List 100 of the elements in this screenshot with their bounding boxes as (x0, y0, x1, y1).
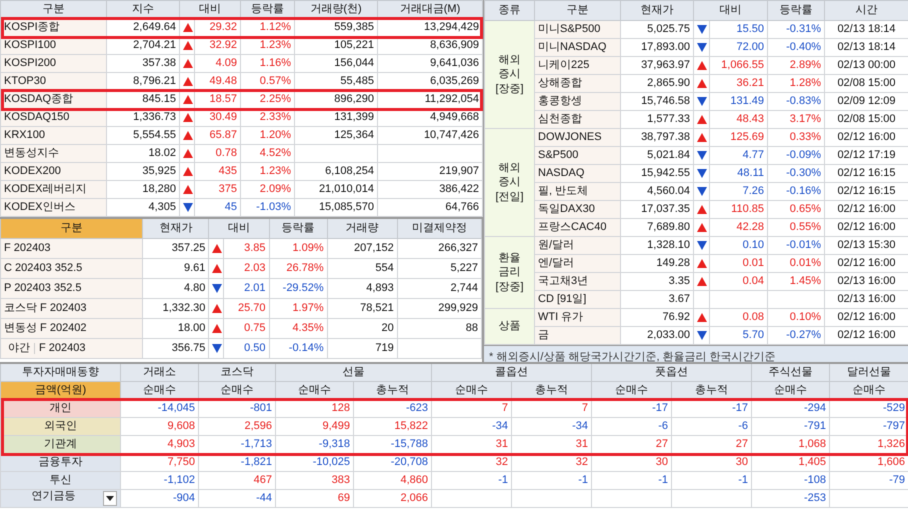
price-value: 356.75 (142, 338, 209, 358)
net-value: -44 (198, 490, 276, 508)
change-value: 0.01 (710, 254, 768, 272)
open-interest-value: 299,929 (397, 298, 482, 318)
net-value: -9,318 (276, 436, 354, 454)
change-rate: 0.33% (768, 128, 824, 146)
change-rate: 0.65% (768, 200, 824, 218)
investor-name: 투신 (50, 474, 72, 486)
change-rate: -0.40% (768, 38, 824, 56)
change-rate: 0.10% (768, 308, 824, 326)
change-rate: 1.97% (269, 298, 328, 318)
time-value: 02/12 16:00 (824, 326, 908, 344)
market-name: 미니NASDAQ (534, 38, 620, 56)
column-header: 등락률 (269, 218, 328, 238)
price-value: 4.80 (142, 278, 209, 298)
net-value: 9,608 (120, 418, 198, 436)
market-name: 금 (534, 326, 620, 344)
volume-value: 125,364 (294, 126, 378, 144)
index-value: 357.38 (106, 54, 180, 72)
market-name: S&P500 (534, 146, 620, 164)
time-value: 02/12 16:00 (824, 128, 908, 146)
investor-name: 기관계 (44, 438, 77, 450)
net-value: -791 (752, 418, 830, 436)
price-value: 357.25 (142, 238, 209, 258)
net-value: 1,326 (830, 436, 908, 454)
change-rate: -1.03% (240, 198, 294, 216)
market-name: 독일DAX30 (534, 200, 620, 218)
net-value: -34 (512, 418, 592, 436)
change-value: 3.85 (224, 238, 270, 258)
volume-value: 6,108,254 (294, 162, 378, 180)
index-value: 5,554.55 (106, 126, 180, 144)
net-value: -1 (432, 472, 512, 490)
time-value: 02/13 18:14 (824, 20, 908, 38)
change-value: 4.09 (194, 54, 240, 72)
change-value: 0.78 (194, 144, 240, 162)
index-value: 4,305 (106, 198, 180, 216)
net-value: -1 (672, 472, 752, 490)
time-value: 02/13 16:00 (824, 272, 908, 290)
change-value: 48.43 (710, 110, 768, 128)
change-rate: 0.55% (768, 218, 824, 236)
volume-value: 78,521 (327, 298, 398, 318)
time-value: 02/13 18:14 (824, 38, 908, 56)
price-value: 17,037.35 (620, 200, 694, 218)
column-header: 달러선물 (830, 363, 908, 382)
open-interest-value: 88 (397, 318, 482, 338)
change-rate: -0.83% (768, 92, 824, 110)
contract-name: 코스닥 F 202403 (0, 298, 143, 318)
market-name: 상해종합 (534, 74, 620, 92)
change-value: 4.77 (710, 146, 768, 164)
price-value: 3.35 (620, 272, 694, 290)
change-value: 45 (194, 198, 240, 216)
time-value: 02/13 15:30 (824, 236, 908, 254)
contract-name: F 202403 (0, 238, 143, 258)
change-rate: -29.52% (269, 278, 328, 298)
market-name: 니케이225 (534, 56, 620, 74)
investor-name: 개인 (50, 402, 72, 414)
time-value: 02/13 16:00 (824, 290, 908, 308)
index-name: KODEX레버리지 (0, 180, 106, 198)
index-value: 35,925 (106, 162, 180, 180)
amount-value: 219,907 (378, 162, 482, 180)
net-value: -253 (752, 490, 830, 508)
price-value: 4,560.04 (620, 182, 694, 200)
open-interest-value: 5,227 (397, 258, 482, 278)
contract-name: C 202403 352.5 (0, 258, 143, 278)
volume-value: 554 (327, 258, 398, 278)
change-value: 125.69 (710, 128, 768, 146)
change-rate: 2.09% (240, 180, 294, 198)
price-value: 5,025.75 (620, 20, 694, 38)
net-value: -904 (120, 490, 198, 508)
change-value: 110.85 (710, 200, 768, 218)
contract-name: P 202403 352.5 (0, 278, 143, 298)
change-rate: -0.16% (768, 182, 824, 200)
change-rate: 1.09% (269, 238, 328, 258)
column-header: 거래소 (120, 363, 198, 382)
column-header: 시간 (824, 0, 908, 20)
net-value: -6 (592, 418, 672, 436)
market-name: 프랑스CAC40 (534, 218, 620, 236)
price-value: 1,332.30 (142, 298, 209, 318)
dropdown-button[interactable] (103, 491, 117, 506)
amount-value: 9,641,036 (378, 54, 482, 72)
index-name: KODEX200 (0, 162, 106, 180)
session-label: 야간 (4, 343, 35, 354)
category-label: 해외 증시 [전일] (484, 128, 534, 236)
change-rate: 26.78% (269, 258, 328, 278)
open-interest-value: 266,327 (397, 238, 482, 258)
change-value: 42.28 (710, 218, 768, 236)
price-value: 1,328.10 (620, 236, 694, 254)
price-value: 3.67 (620, 290, 694, 308)
net-value: -15,788 (354, 436, 432, 454)
volume-value: 4,893 (327, 278, 398, 298)
column-header: 종류 (484, 0, 534, 20)
volume-value: 207,152 (327, 238, 398, 258)
volume-value: 719 (327, 338, 398, 358)
open-interest-value: 2,744 (397, 278, 482, 298)
market-name: 국고채3년 (534, 272, 620, 290)
index-name: KOSPI200 (0, 54, 106, 72)
column-header: 등락률 (240, 0, 294, 18)
change-value: 435 (194, 162, 240, 180)
column-header: 미결제약정 (397, 218, 482, 238)
change-rate: -0.27% (768, 326, 824, 344)
